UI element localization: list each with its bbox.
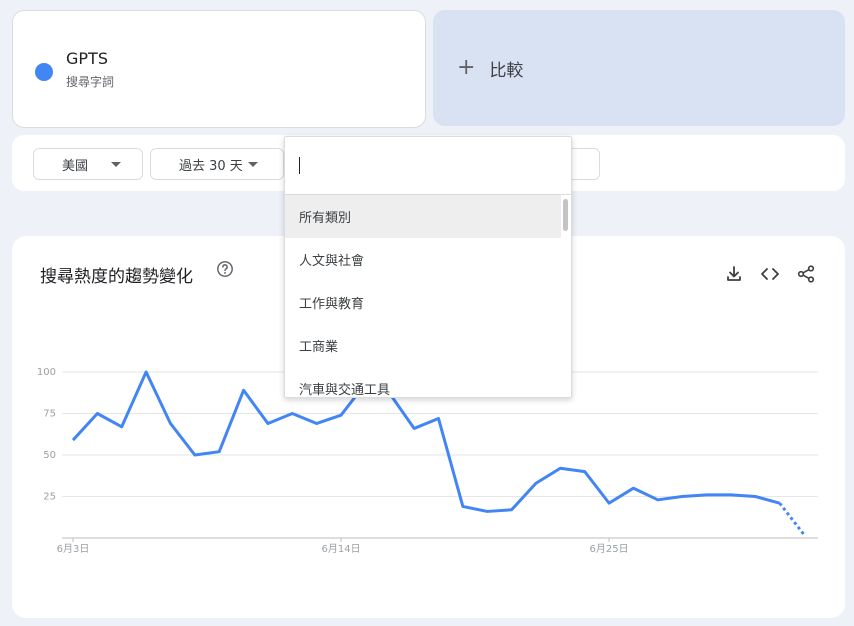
y-tick-label: 100	[37, 367, 56, 378]
term-type-label: 搜尋字詞	[66, 75, 115, 89]
term-color-dot	[35, 63, 53, 81]
period-value: 過去 30 天	[179, 158, 243, 174]
chevron-down-icon	[248, 162, 258, 167]
category-dropdown: 所有類別 人文與社會 工作與教育 工商業 汽車與交通工具	[284, 136, 572, 398]
x-tick-label: 6月14日	[321, 543, 360, 555]
category-search-input[interactable]	[285, 137, 571, 195]
compare-label: 比較	[489, 60, 524, 81]
category-list: 所有類別 人文與社會 工作與教育 工商業 汽車與交通工具	[285, 195, 571, 397]
dropdown-scrollbar[interactable]	[563, 199, 568, 231]
category-option[interactable]: 汽車與交通工具	[285, 367, 571, 397]
category-option[interactable]: 人文與社會	[285, 238, 571, 281]
category-option[interactable]: 所有類別	[285, 195, 561, 238]
x-tick-label: 6月25日	[590, 543, 629, 555]
y-tick-label: 25	[43, 492, 56, 503]
period-select[interactable]: 過去 30 天	[150, 148, 284, 180]
search-term-card[interactable]: GPTS 搜尋字詞	[12, 10, 426, 128]
x-tick-label: 6月3日	[57, 543, 90, 555]
plus-icon: +	[457, 55, 476, 80]
compare-button[interactable]: + 比較	[433, 10, 845, 126]
region-select[interactable]: 美國	[33, 148, 143, 180]
chevron-down-icon	[111, 162, 121, 167]
region-value: 美國	[62, 158, 89, 174]
text-cursor	[299, 157, 300, 174]
y-tick-label: 75	[43, 409, 56, 420]
category-option[interactable]: 工商業	[285, 324, 571, 367]
series-line-partial	[778, 502, 806, 536]
y-tick-label: 50	[43, 450, 56, 461]
term-name: GPTS	[66, 49, 108, 68]
category-option[interactable]: 工作與教育	[285, 281, 571, 324]
